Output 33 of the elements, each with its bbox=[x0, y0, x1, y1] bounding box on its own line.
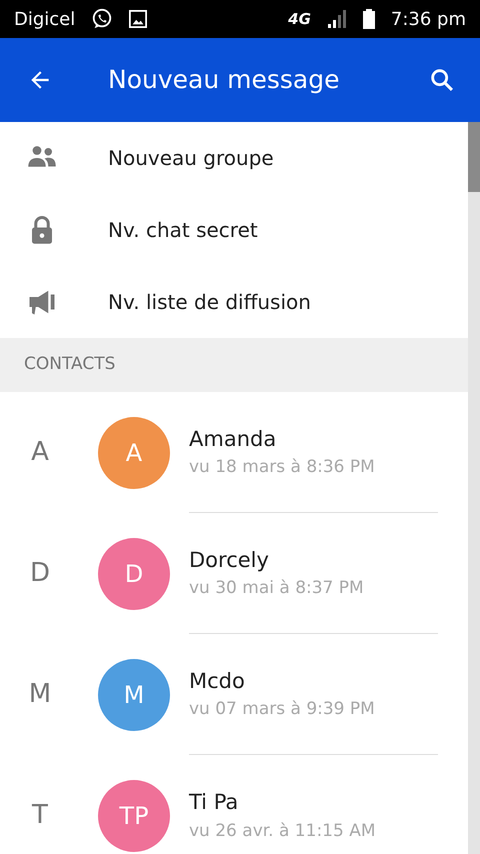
menu-item[interactable]: Nv. liste de diffusion bbox=[0, 266, 468, 338]
contact-row[interactable]: T TP Ti Pa vu 26 avr. à 11:15 AM bbox=[0, 755, 468, 854]
chat-bubble-icon bbox=[91, 8, 114, 30]
contact-row[interactable]: M M Mcdo vu 07 mars à 9:39 PM bbox=[0, 634, 468, 755]
last-seen-text: vu 30 mai à 8:37 PM bbox=[189, 577, 365, 600]
scrollbar-thumb[interactable] bbox=[468, 122, 480, 192]
image-icon bbox=[129, 10, 148, 28]
network-type: 4G bbox=[288, 8, 311, 30]
menu-item[interactable]: Nv. chat secret bbox=[0, 194, 468, 266]
avatar: D bbox=[98, 538, 170, 610]
index-letter: A bbox=[30, 436, 50, 469]
last-seen-text: vu 18 mars à 8:36 PM bbox=[189, 456, 376, 479]
contact-name: Amanda bbox=[189, 426, 278, 452]
contact-row[interactable]: A A Amanda vu 18 mars à 8:36 PM bbox=[0, 392, 468, 513]
signal-icon bbox=[326, 10, 347, 28]
carrier-name: Digicel bbox=[14, 8, 76, 32]
contact-name: Mcdo bbox=[189, 668, 246, 694]
section-header: CONTACTS bbox=[0, 338, 468, 392]
screen-title: Nouveau message bbox=[107, 64, 340, 96]
index-letter: M bbox=[28, 678, 52, 711]
avatar: TP bbox=[98, 780, 170, 852]
contact-name: Dorcely bbox=[189, 546, 270, 574]
index-letter: T bbox=[30, 799, 49, 832]
last-seen-text: vu 07 mars à 9:39 PM bbox=[189, 698, 376, 721]
menu-item[interactable]: Nouveau groupe bbox=[0, 122, 468, 194]
contact-row[interactable]: D D Dorcely vu 30 mai à 8:37 PM bbox=[0, 513, 468, 634]
avatar: A bbox=[98, 416, 170, 488]
contact-name: Ti Pa bbox=[189, 789, 240, 816]
last-seen-text: vu 26 avr. à 11:15 AM bbox=[189, 820, 377, 842]
avatar: M bbox=[98, 658, 170, 730]
battery-icon bbox=[362, 9, 375, 29]
clock-time: 7:36 pm bbox=[390, 8, 466, 32]
index-letter: D bbox=[28, 557, 52, 590]
